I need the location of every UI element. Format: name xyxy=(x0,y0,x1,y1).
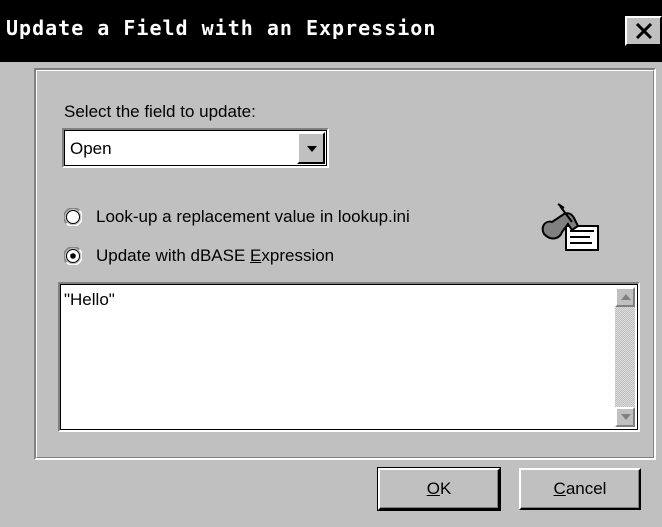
dialog-window: Update a Field with an Expression Select… xyxy=(0,0,662,527)
field-select-combobox[interactable]: Open xyxy=(62,128,329,168)
expression-textarea[interactable]: "Hello" xyxy=(58,282,640,432)
title-bar[interactable]: Update a Field with an Expression xyxy=(0,0,662,62)
field-select-value: Open xyxy=(70,139,112,158)
window-title: Update a Field with an Expression xyxy=(6,16,437,40)
expression-text: "Hello" xyxy=(64,290,115,309)
ok-button[interactable]: OK xyxy=(377,467,501,511)
close-icon xyxy=(635,23,653,39)
chevron-down-icon xyxy=(307,146,317,152)
radio-checked-icon[interactable] xyxy=(64,247,82,265)
radio-lookup-label: Look-up a replacement value in lookup.in… xyxy=(96,207,410,226)
radio-expression-label: Update with dBASE Expression xyxy=(96,246,335,265)
scroll-up-icon xyxy=(621,294,631,300)
combobox-dropdown-button[interactable] xyxy=(297,132,325,164)
field-select-label: Select the field to update: xyxy=(64,102,256,121)
cancel-button[interactable]: Cancel xyxy=(519,468,641,510)
scroll-up-button[interactable] xyxy=(615,287,635,307)
vertical-scrollbar[interactable] xyxy=(615,287,635,427)
clipboard-pointer-icon xyxy=(541,203,599,251)
scroll-down-icon xyxy=(621,414,631,420)
close-button[interactable] xyxy=(625,16,662,46)
scroll-down-button[interactable] xyxy=(615,407,635,427)
radio-unchecked-icon[interactable] xyxy=(64,208,82,226)
